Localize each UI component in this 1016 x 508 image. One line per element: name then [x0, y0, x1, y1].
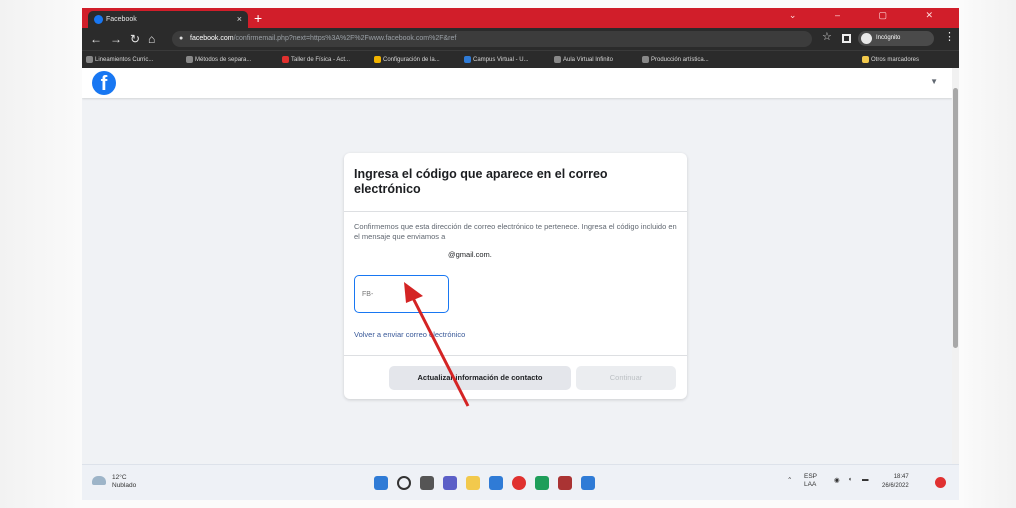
- bookmarks-bar: Lineamientos Curric... Métodos de separa…: [82, 50, 959, 68]
- chat-icon[interactable]: [443, 476, 457, 490]
- notification-icon[interactable]: [935, 477, 946, 488]
- forward-icon[interactable]: →: [110, 30, 122, 48]
- clock[interactable]: 18:47 26/6/2022: [882, 473, 909, 491]
- tab-facebook[interactable]: Facebook ×: [88, 11, 248, 28]
- app-icon[interactable]: [581, 476, 595, 490]
- bookmark-item[interactable]: Producción artística...: [642, 51, 709, 69]
- excel-icon[interactable]: [535, 476, 549, 490]
- continue-button[interactable]: Continuar: [576, 366, 676, 390]
- globe-icon: [554, 56, 561, 63]
- time: 18:47: [893, 474, 909, 480]
- confirm-email-card: Ingresa el código que aparece en el corr…: [344, 153, 687, 399]
- side-panel-icon[interactable]: [842, 34, 851, 43]
- profile-button[interactable]: Incógnito: [858, 31, 934, 46]
- temperature: 12°C: [112, 474, 127, 481]
- search-icon[interactable]: [397, 476, 411, 490]
- folder-icon: [862, 56, 869, 63]
- volume-icon[interactable]: ◖: [848, 476, 852, 483]
- facebook-logo-icon[interactable]: f: [92, 71, 116, 95]
- email-address: @gmail.com.: [448, 250, 492, 259]
- card-description: Confirmemos que esta dirección de correo…: [354, 222, 677, 241]
- close-tab-icon[interactable]: ×: [237, 11, 242, 28]
- bookmark-item[interactable]: Taller de Física - Act...: [282, 51, 350, 69]
- network-icon[interactable]: ◉: [834, 476, 840, 484]
- divider: [344, 211, 687, 212]
- weather-condition: Nublado: [112, 482, 137, 489]
- facebook-favicon-icon: [94, 15, 103, 24]
- chrome-icon[interactable]: [512, 476, 526, 490]
- code-input[interactable]: [354, 275, 449, 313]
- divider: [344, 355, 687, 356]
- other-bookmarks[interactable]: Otros marcadores: [862, 51, 919, 69]
- taskbar: 12°C Nublado ⌃ ESP LAA ◉ ◖ ▬ 18:47 26/6/…: [82, 464, 959, 500]
- lock-icon: ●: [179, 35, 184, 42]
- update-contact-button[interactable]: Actualizar información de contacto: [389, 366, 571, 390]
- globe-icon: [642, 56, 649, 63]
- bookmark-favicon-icon: [282, 56, 289, 63]
- language-indicator[interactable]: ESP LAA: [804, 473, 817, 489]
- task-view-icon[interactable]: [420, 476, 434, 490]
- windows-start-icon[interactable]: [374, 476, 388, 490]
- window-controls[interactable]: ⌄ – ▢ ✕: [789, 10, 951, 21]
- bookmark-item[interactable]: Métodos de separa...: [186, 51, 251, 69]
- bookmark-item[interactable]: Aula Virtual Infinito: [554, 51, 613, 69]
- weather-widget[interactable]: 12°C Nublado: [92, 474, 136, 490]
- bookmark-favicon-icon: [374, 56, 381, 63]
- date: 26/6/2022: [882, 483, 909, 489]
- bookmark-item[interactable]: Configuración de la...: [374, 51, 440, 69]
- back-icon[interactable]: ←: [90, 30, 102, 48]
- facebook-header: f ▼: [82, 68, 952, 98]
- mail-icon[interactable]: [489, 476, 503, 490]
- globe-icon: [86, 56, 93, 63]
- tab-strip: Facebook × + ⌄ – ▢ ✕: [82, 8, 959, 28]
- url-path: /confirmemail.php?next=https%3A%2F%2Fwww…: [233, 35, 457, 42]
- tray-chevron-icon[interactable]: ⌃: [787, 476, 792, 484]
- bookmark-item[interactable]: Lineamientos Curric...: [86, 51, 153, 69]
- globe-icon: [186, 56, 193, 63]
- avatar: [861, 33, 872, 44]
- resend-email-link[interactable]: Volver a enviar correo electrónico: [354, 330, 465, 339]
- new-tab-button[interactable]: +: [254, 9, 262, 27]
- screenshot-frame: Facebook × + ⌄ – ▢ ✕ ← → ↻ ⌂ ● facebook.…: [0, 0, 1016, 508]
- address-bar[interactable]: ● facebook.com/confirmemail.php?next=htt…: [172, 31, 812, 47]
- url-host: facebook.com: [190, 35, 234, 42]
- vertical-scrollbar[interactable]: [952, 68, 959, 464]
- file-explorer-icon[interactable]: [466, 476, 480, 490]
- bookmark-star-icon[interactable]: ☆: [822, 30, 832, 43]
- battery-icon[interactable]: ▬: [862, 476, 869, 483]
- right-margin: [964, 0, 1016, 508]
- home-icon[interactable]: ⌂: [148, 30, 155, 48]
- chevron-down-icon[interactable]: ▼: [930, 77, 938, 86]
- tab-title: Facebook: [106, 16, 137, 23]
- reload-icon[interactable]: ↻: [130, 30, 140, 48]
- profile-label: Incógnito: [876, 35, 901, 41]
- browser-window: Facebook × + ⌄ – ▢ ✕ ← → ↻ ⌂ ● facebook.…: [82, 8, 959, 500]
- cloud-icon: [92, 476, 106, 485]
- scrollbar-thumb[interactable]: [953, 88, 958, 348]
- page-content: f ▼ Ingresa el código que aparece en el …: [82, 68, 952, 464]
- left-margin: [0, 0, 80, 508]
- toolbar: ← → ↻ ⌂ ● facebook.com/confirmemail.php?…: [82, 28, 959, 50]
- bookmark-item[interactable]: Campus Virtual - U...: [464, 51, 529, 69]
- menu-icon[interactable]: ⋮: [944, 30, 955, 43]
- bookmark-favicon-icon: [464, 56, 471, 63]
- card-title: Ingresa el código que aparece en el corr…: [354, 167, 608, 196]
- app-icon[interactable]: [558, 476, 572, 490]
